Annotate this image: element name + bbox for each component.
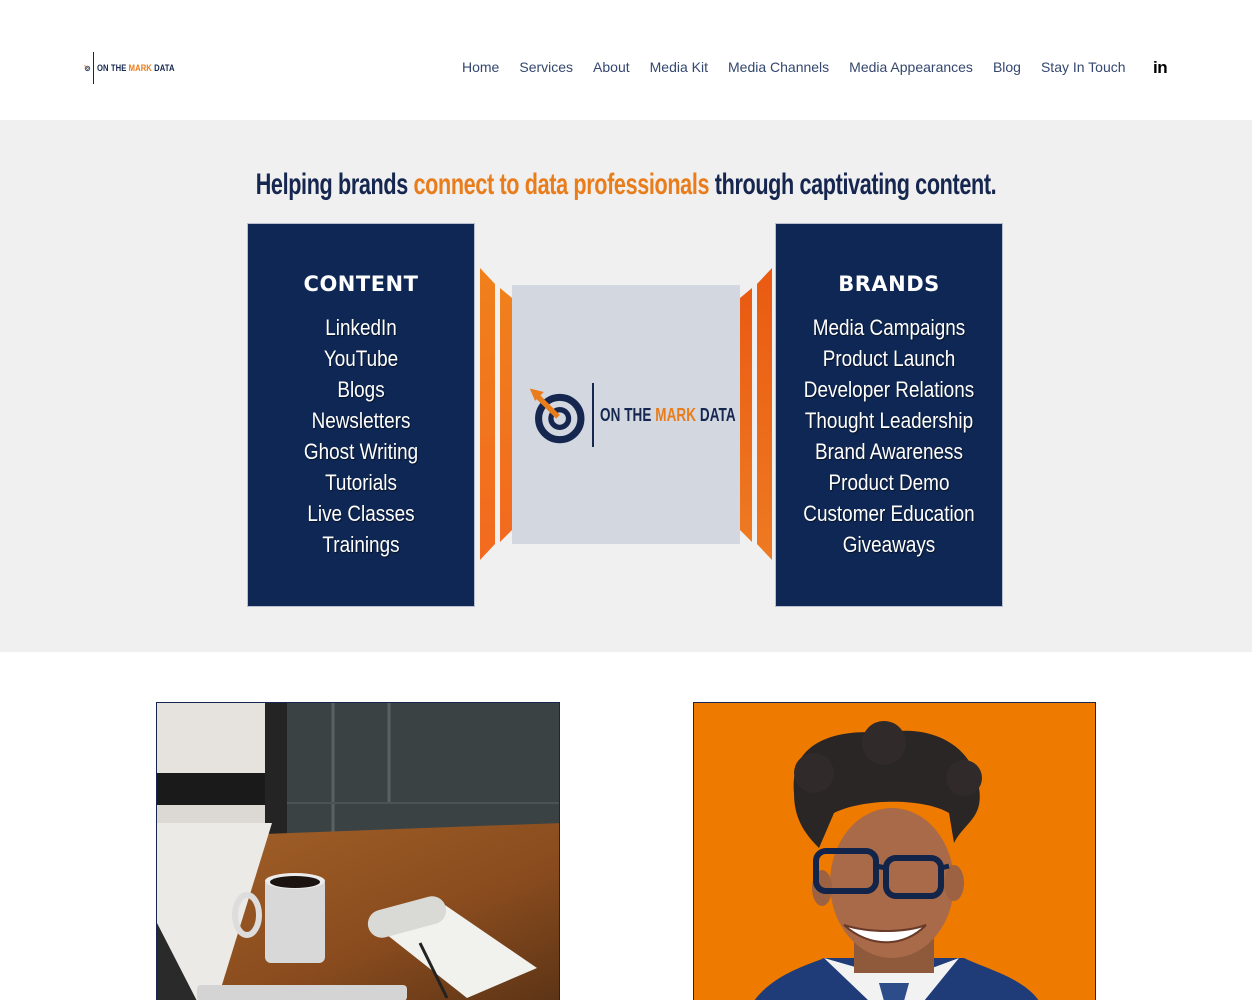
coffee-desk-illustration — [157, 703, 559, 1000]
content-item: Tutorials — [325, 470, 397, 495]
brands-item: Customer Education — [803, 501, 975, 526]
brands-list: Media Campaigns Product Launch Developer… — [776, 312, 1002, 560]
nav-services[interactable]: Services — [509, 58, 583, 76]
brands-panel: BRANDS Media Campaigns Product Launch De… — [775, 223, 1003, 607]
left-stripes-decoration — [480, 268, 512, 560]
logo-divider — [592, 383, 594, 447]
center-logo-text: ON THE MARK DATA — [600, 404, 736, 425]
hero-section: Helping brands connect to data professio… — [0, 120, 1252, 652]
hero-tagline: Helping brands connect to data professio… — [255, 168, 997, 201]
nav-stay-in-touch[interactable]: Stay In Touch — [1031, 58, 1136, 76]
portrait-photo — [693, 702, 1096, 1000]
portrait-illustration — [694, 703, 1095, 1000]
center-logo-card: ON THE MARK DATA — [512, 285, 740, 544]
nav-media-kit[interactable]: Media Kit — [640, 58, 718, 76]
brands-item: Brand Awareness — [815, 439, 963, 464]
site-header: ON THE MARK DATA Home Services About Med… — [0, 0, 1252, 120]
content-item: Trainings — [322, 532, 400, 557]
coffee-desk-photo — [156, 702, 560, 1000]
brands-item: Media Campaigns — [812, 315, 966, 340]
content-list: LinkedIn YouTube Blogs Newsletters Ghost… — [248, 312, 474, 560]
content-item: LinkedIn — [325, 315, 397, 340]
linkedin-icon[interactable]: in — [1153, 59, 1171, 77]
main-nav: Home Services About Media Kit Media Chan… — [452, 58, 1136, 76]
content-panel: CONTENT LinkedIn YouTube Blogs Newslette… — [247, 223, 475, 607]
brands-panel-title: BRANDS — [838, 272, 940, 296]
brands-item: Product Demo — [828, 470, 950, 495]
content-item: Newsletters — [311, 408, 411, 433]
site-logo[interactable]: ON THE MARK DATA — [84, 50, 188, 86]
content-item: Ghost Writing — [303, 439, 419, 464]
nav-home[interactable]: Home — [452, 58, 509, 76]
nav-blog[interactable]: Blog — [983, 58, 1031, 76]
logo-text: ON THE MARK DATA — [96, 63, 175, 73]
nav-media-appearances[interactable]: Media Appearances — [839, 58, 983, 76]
target-arrow-icon — [84, 65, 91, 72]
content-item: YouTube — [323, 346, 399, 371]
brands-item: Thought Leadership — [804, 408, 974, 433]
content-item: Blogs — [337, 377, 385, 402]
target-arrow-icon — [529, 388, 585, 444]
content-panel-title: CONTENT — [303, 272, 419, 296]
brands-item: Developer Relations — [803, 377, 975, 402]
brands-item: Giveaways — [842, 532, 936, 557]
content-item: Live Classes — [307, 501, 415, 526]
nav-media-channels[interactable]: Media Channels — [718, 58, 839, 76]
brands-item: Product Launch — [822, 346, 956, 371]
nav-about[interactable]: About — [583, 58, 640, 76]
right-stripes-decoration — [740, 268, 772, 560]
